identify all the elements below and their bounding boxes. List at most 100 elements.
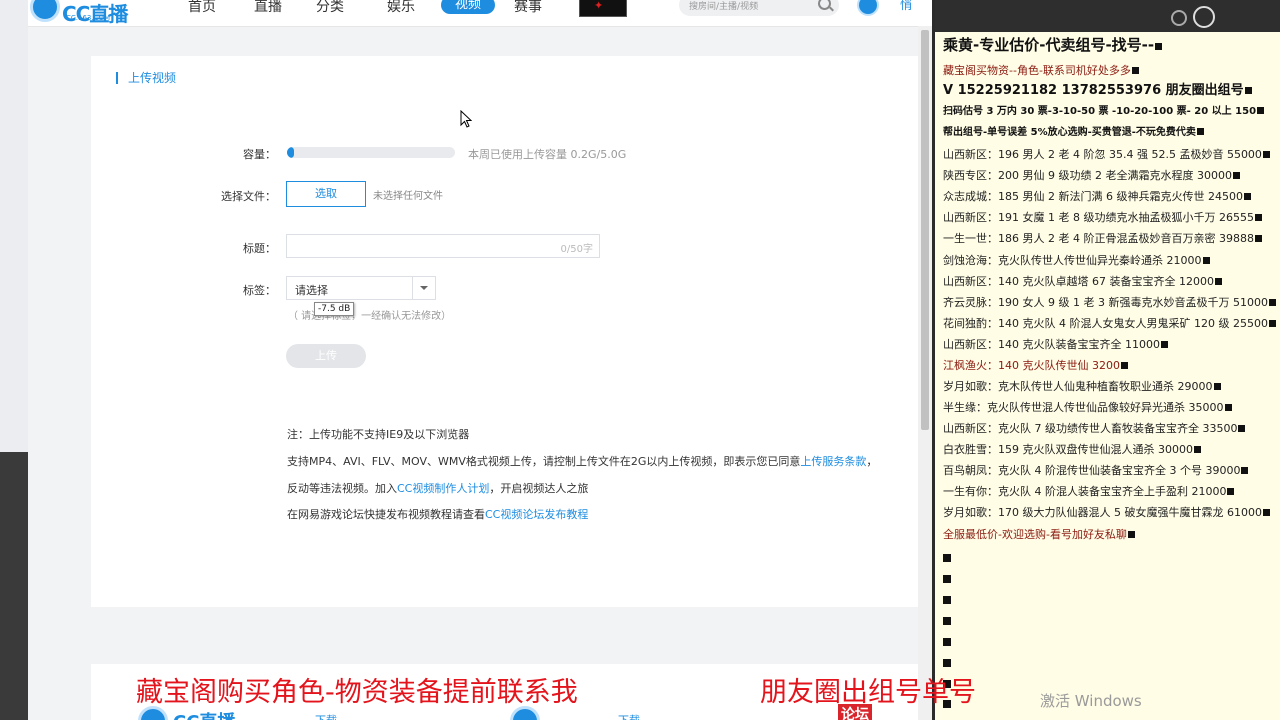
record-ring-icon	[1193, 6, 1215, 28]
overlay-line-text: 岁月如歌：170 级大力队仙器混人 5 破女魔强牛魔甘霖龙 61000	[943, 506, 1262, 519]
overlay-line-text: 白衣胜雪：159 克火队双盘传世仙混人通杀 30000	[943, 443, 1193, 456]
forum-tutorial-link[interactable]: CC视频论坛发布教程	[485, 508, 588, 521]
title-input[interactable]: 0/50字	[286, 234, 600, 258]
footer-download-link-2[interactable]: 下载	[618, 712, 640, 720]
overlay-line-text: 山西新区：140 克火队装备宝宝齐全 11000	[943, 338, 1160, 351]
overlay-line: 一生有你：克火队 4 阶混人装备宝宝齐全上手盈利 21000	[943, 485, 1235, 499]
square-icon	[1196, 128, 1204, 135]
note-line-1: 注：上传功能不支持IE9及以下浏览器	[287, 428, 470, 441]
volume-tooltip: -7.5 dB	[314, 302, 355, 316]
overlay-line-text: 一生有你：克火队 4 阶混人装备宝宝齐全上手盈利 21000	[943, 485, 1227, 498]
square-icon	[1213, 383, 1221, 390]
capacity-label: 容量：	[243, 148, 276, 161]
overlay-title-text: 乘黄-专业估价-代卖组号-找号--	[943, 36, 1155, 54]
note-line-3: 反动等违法视频。加入CC视频制作人计划，开启视频达人之旅	[287, 480, 588, 496]
overlay-line-text: 全服最低价-欢迎选购-看号加好友私聊	[943, 528, 1127, 541]
capacity-progress-bar	[287, 147, 455, 158]
windows-activation-watermark: 激活 Windows	[1040, 692, 1142, 710]
square-icon	[1202, 257, 1210, 264]
overlay-line-text: 山西新区：克火队 7 级功绩传世人畜牧装备宝宝齐全 33500	[943, 422, 1238, 435]
square-icon	[943, 617, 951, 625]
square-icon	[1193, 446, 1201, 453]
note-line-4-text: 在网易游戏论坛快捷发布视频教程请查看	[287, 508, 485, 521]
tags-select-value: 请选择	[295, 284, 328, 297]
nav-item-entertainment[interactable]: 娱乐	[387, 0, 415, 14]
overlay-line: 全服最低价-欢迎选购-看号加好友私聊	[943, 528, 1135, 542]
square-icon	[1155, 43, 1163, 50]
square-icon	[1224, 404, 1232, 411]
creator-program-link[interactable]: CC视频制作人计划	[397, 482, 489, 495]
nav-item-live[interactable]: 直播	[254, 0, 282, 14]
search-icon[interactable]	[818, 0, 831, 10]
footer-download-link-1[interactable]: 下载	[315, 712, 337, 720]
browser-viewport: CC直播 CC.163.COM 首页 直播 分类 娱乐 视频 赛事 ✦ 搜房间/…	[28, 0, 932, 720]
upload-terms-link[interactable]: 上传服务条款	[800, 455, 866, 468]
overlay-line-text: 扫码估号 3 万内 30 票-3-10-50 票 -10-20-100 票- 2…	[943, 106, 1257, 117]
note-line-3-end: ，开启视频达人之旅	[489, 482, 589, 495]
square-icon	[1160, 341, 1168, 348]
overlay-line: 岁月如歌：170 级大力队仙器混人 5 破女魔强牛魔甘霖龙 61000	[943, 506, 1270, 520]
banner-right: 朋友圈出组号单号	[760, 677, 976, 708]
square-icon	[1120, 362, 1128, 369]
square-icon	[1262, 509, 1270, 516]
note-line-3-text: 反动等违法视频。加入	[287, 482, 397, 495]
overlay-line-text: 山西新区：191 女魔 1 老 8 级功绩克水抽孟极狐小千万 26555	[943, 211, 1254, 224]
overlay-line: 山西新区：196 男人 2 老 4 阶忽 35.4 强 52.5 孟极妙音 55…	[943, 148, 1270, 162]
search-input[interactable]: 搜房间/主播/视频	[679, 0, 839, 16]
cc-logo[interactable]: CC直播 CC.163.COM	[30, 0, 150, 26]
nav-item-events[interactable]: 赛事	[514, 0, 542, 14]
cc-app-icon[interactable]	[857, 0, 879, 16]
overlay-line-text: 半生缘：克火队传世混人传世仙品像较好异光通杀 35000	[943, 401, 1224, 414]
upload-button[interactable]: 上传	[286, 344, 366, 368]
overlay-line: 山西新区：140 克火队卓越塔 67 装备宝宝齐全 12000	[943, 275, 1222, 289]
stream-text-overlay: 乘黄-专业估价-代卖组号-找号-- 藏宝阁买物资--角色-联系司机好处多多 V 1…	[935, 0, 1280, 720]
square-icon	[1244, 87, 1252, 94]
square-icon	[1254, 235, 1262, 242]
square-icon	[1268, 320, 1276, 327]
scrollbar-thumb[interactable]	[921, 30, 929, 430]
nav-item-video-active[interactable]: 视频	[441, 0, 495, 14]
overlay-line: 一生一世：186 男人 2 老 4 阶正骨混孟极妙音百万亲密 39888	[943, 232, 1262, 246]
overlay-line-text: 陕西专区：200 男仙 9 级功绩 2 老全满霜克水程度 30000	[943, 169, 1232, 182]
square-icon	[1227, 488, 1235, 495]
chevron-down-icon[interactable]	[412, 277, 435, 299]
nav-item-home[interactable]: 首页	[188, 0, 216, 14]
nav-edge-item[interactable]: 悄	[900, 0, 912, 13]
square-icon	[943, 575, 951, 583]
overlay-header	[935, 0, 1280, 32]
overlay-line-text: 剑蚀沧海：克火队传世人传世仙异光秦岭通杀 21000	[943, 254, 1202, 267]
choose-file-button[interactable]: 选取	[286, 181, 366, 207]
title-label: 标题：	[243, 242, 276, 255]
square-icon	[943, 554, 951, 562]
square-icon	[1257, 107, 1265, 114]
upload-section-title: 上传视频	[116, 72, 176, 84]
square-icon	[1238, 425, 1246, 432]
overlay-line-text: 花间独酌：140 克火队 4 阶混人女鬼女人男鬼采矿 120 级 25500	[943, 317, 1268, 330]
promo-glyph-icon: ✦	[594, 0, 604, 12]
overlay-line-text: 山西新区：196 男人 2 老 4 阶忽 35.4 强 52.5 孟极妙音 55…	[943, 148, 1262, 161]
square-icon	[1127, 531, 1135, 538]
square-icon	[1241, 467, 1249, 474]
overlay-line: 岁月如歌：克木队传世人仙鬼种植畜牧职业通杀 29000	[943, 380, 1221, 394]
note-line-2: 支持MP4、AVI、FLV、MOV、WMV格式视频上传，请控制上传文件在2G以内…	[287, 453, 877, 469]
top-navigation-bar: CC直播 CC.163.COM 首页 直播 分类 娱乐 视频 赛事 ✦ 搜房间/…	[28, 0, 932, 27]
page-scrollbar[interactable]	[918, 26, 932, 720]
square-icon	[1131, 67, 1139, 74]
logo-subtext: CC.163.COM	[66, 14, 111, 22]
overlay-line: 帮出组号-单号误差 5%放心选购-买贵管退-不玩免费代卖	[943, 126, 1204, 140]
tags-label: 标签：	[243, 284, 276, 297]
left-desktop-strip	[0, 0, 28, 720]
square-icon	[943, 638, 951, 646]
overlay-line-text: 藏宝阁买物资--角色-联系司机好处多多	[943, 64, 1131, 77]
overlay-line: 山西新区：191 女魔 1 老 8 级功绩克水抽孟极狐小千万 26555	[943, 211, 1262, 225]
square-icon	[943, 659, 951, 667]
square-icon	[1214, 278, 1222, 285]
tags-select[interactable]: 请选择	[286, 276, 436, 300]
nav-promo-thumbnail[interactable]: ✦	[579, 0, 627, 17]
overlay-line: 山西新区：140 克火队装备宝宝齐全 11000	[943, 338, 1168, 352]
upload-card: 上传视频 容量： 本周已使用上传容量 0.2G/5.0G 选择文件： 选取 未选…	[91, 56, 918, 607]
capacity-progress-fill	[287, 147, 294, 158]
nav-item-category[interactable]: 分类	[316, 0, 344, 14]
overlay-line: 江枫渔火：140 克火队传世仙 3200	[943, 359, 1128, 373]
overlay-title: 乘黄-专业估价-代卖组号-找号--	[943, 34, 1163, 55]
